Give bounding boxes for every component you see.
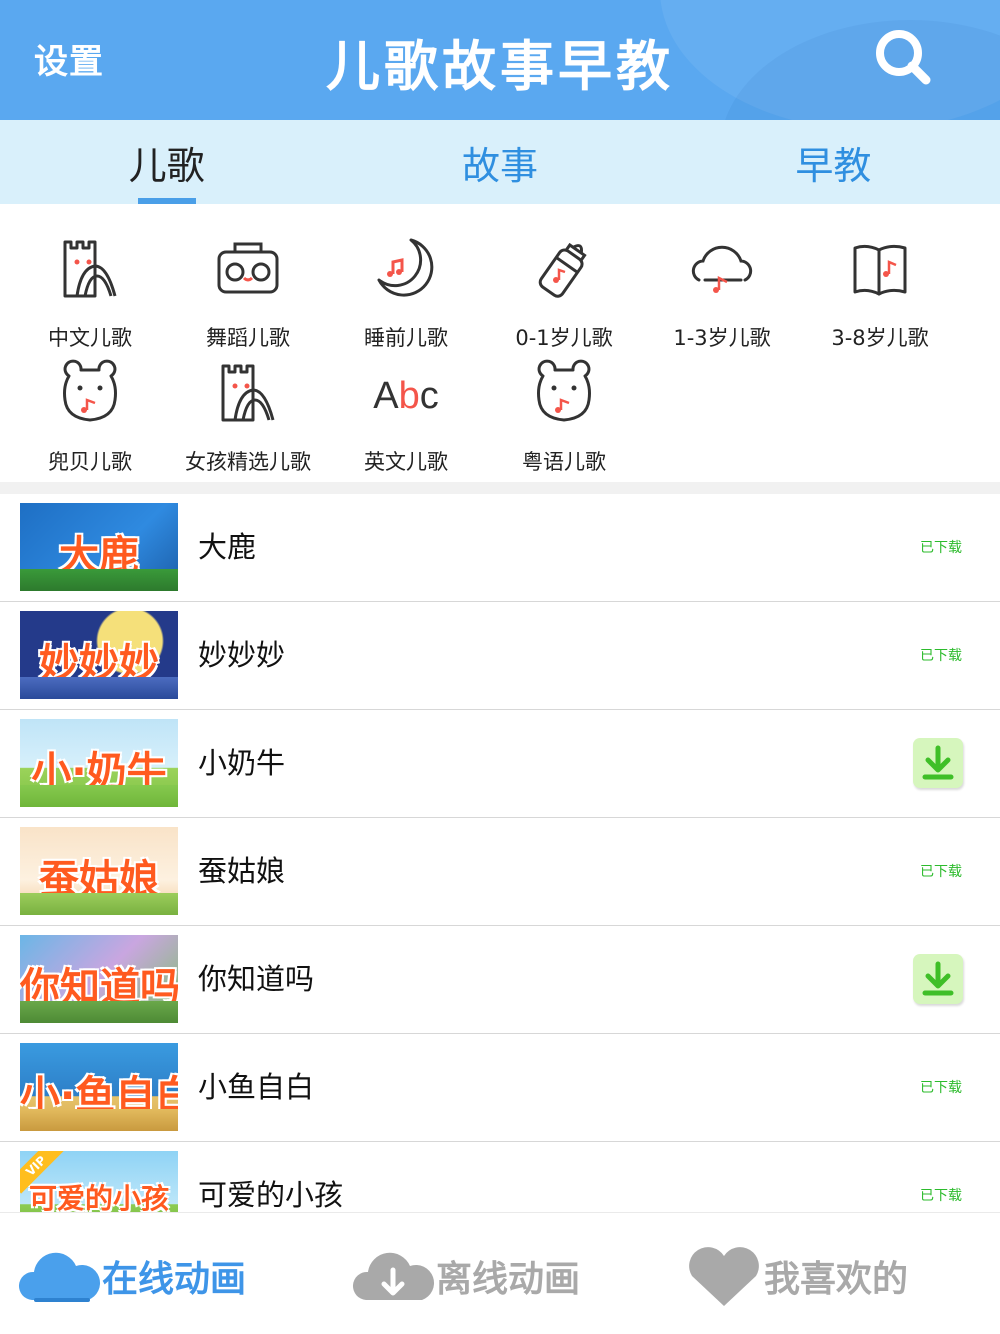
category-girls-picks[interactable]: 女孩精选儿歌 bbox=[168, 358, 328, 478]
category-chinese-songs[interactable]: 中文儿歌 bbox=[10, 234, 170, 354]
tab-bar: 儿歌 故事 早教 bbox=[0, 120, 1000, 204]
song-title: 妙妙妙 bbox=[198, 638, 286, 672]
castle-icon bbox=[63, 240, 117, 298]
category-doubei-songs[interactable]: 兜贝儿歌 bbox=[10, 358, 170, 478]
app-title: 儿歌故事早教 bbox=[326, 35, 674, 98]
download-icon bbox=[922, 745, 954, 780]
song-thumbnail: 妙妙妙 bbox=[20, 611, 178, 699]
app-root: 设置 儿歌故事早教 儿歌 故事 早教 中文儿歌 舞蹈儿歌 睡前儿歌 0-1岁儿歌… bbox=[0, 0, 1000, 1334]
search-icon[interactable] bbox=[872, 26, 932, 86]
category-label: 舞蹈儿歌 bbox=[206, 326, 290, 350]
song-title: 可爱的小孩 bbox=[198, 1178, 344, 1212]
song-row-xiaonainiu[interactable]: 小·奶牛 小奶牛 bbox=[0, 710, 1000, 818]
song-thumbnail: 小·鱼自白 bbox=[20, 1043, 178, 1131]
category-grid: 中文儿歌 舞蹈儿歌 睡前儿歌 0-1岁儿歌 1-3岁儿歌 3-8岁儿歌 兜贝儿歌… bbox=[0, 204, 1000, 482]
tab-children-songs[interactable]: 儿歌 bbox=[0, 120, 333, 204]
category-label: 3-8岁儿歌 bbox=[831, 326, 929, 350]
category-age-3-8[interactable]: 3-8岁儿歌 bbox=[800, 234, 960, 354]
song-row-miaomiaomiao[interactable]: 妙妙妙 妙妙妙 已下载 bbox=[0, 602, 1000, 710]
download-icon bbox=[922, 961, 954, 996]
nav-online-animation[interactable]: 在线动画 bbox=[16, 1241, 246, 1311]
category-bedtime-songs[interactable]: 睡前儿歌 bbox=[326, 234, 486, 354]
heart-icon bbox=[689, 1247, 759, 1306]
category-label: 英文儿歌 bbox=[364, 450, 448, 474]
bear-icon bbox=[537, 359, 591, 422]
castle-icon bbox=[221, 364, 275, 422]
category-cantonese-songs[interactable]: 粤语儿歌 bbox=[484, 358, 644, 478]
section-divider bbox=[0, 482, 1000, 494]
download-button[interactable] bbox=[913, 954, 963, 1004]
song-title: 你知道吗 bbox=[198, 962, 315, 996]
thumbnail-title: 可爱的小孩 bbox=[28, 1182, 169, 1212]
song-thumbnail: 大鹿 bbox=[20, 503, 178, 591]
category-age-0-1[interactable]: 0-1岁儿歌 bbox=[484, 234, 644, 354]
song-row-keaidexiaohai[interactable]: 可爱的小孩 VIP 可爱的小孩 已下载 bbox=[0, 1142, 1000, 1212]
song-list[interactable]: 大鹿 大鹿 已下载 妙妙妙 妙妙妙 已下载 小·奶牛 小奶牛 蚕姑娘 蚕姑娘 已… bbox=[0, 494, 1000, 1212]
downloaded-status: 已下载 bbox=[920, 1080, 962, 1096]
header-bar: 设置 儿歌故事早教 bbox=[0, 0, 1000, 120]
song-row-xiaoyuzibai[interactable]: 小·鱼自白 小鱼自白 已下载 bbox=[0, 1034, 1000, 1142]
svg-text:Abc: Abc bbox=[373, 375, 439, 417]
tab-stories[interactable]: 故事 bbox=[333, 120, 666, 204]
category-label: 睡前儿歌 bbox=[364, 326, 448, 350]
song-thumbnail: 你知道吗 bbox=[20, 935, 178, 1023]
song-thumbnail: 小·奶牛 bbox=[20, 719, 178, 807]
abc-icon: Abc bbox=[373, 375, 439, 417]
nav-offline-animation[interactable]: 离线动画 bbox=[350, 1241, 580, 1311]
category-label: 粤语儿歌 bbox=[522, 450, 606, 474]
downloaded-status: 已下载 bbox=[920, 648, 962, 664]
category-label: 中文儿歌 bbox=[48, 326, 132, 350]
song-thumbnail: 可爱的小孩 VIP bbox=[20, 1151, 178, 1212]
downloaded-status: 已下载 bbox=[920, 1188, 962, 1204]
nav-label: 我喜欢的 bbox=[764, 1259, 909, 1300]
baby-bottle-icon bbox=[538, 242, 587, 298]
song-title: 小鱼自白 bbox=[198, 1070, 315, 1104]
downloaded-status: 已下载 bbox=[920, 540, 962, 556]
bottom-nav: 在线动画 离线动画 我喜欢的 bbox=[0, 1212, 1000, 1334]
tab-early-education[interactable]: 早教 bbox=[667, 120, 1000, 204]
moon-icon bbox=[377, 238, 434, 297]
category-age-1-3[interactable]: 1-3岁儿歌 bbox=[642, 234, 802, 354]
nav-label: 离线动画 bbox=[436, 1259, 581, 1300]
category-english-songs[interactable]: Abc 英文儿歌 bbox=[326, 358, 486, 478]
nav-favorites[interactable]: 我喜欢的 bbox=[684, 1241, 908, 1311]
bear-icon bbox=[63, 359, 117, 422]
song-title: 大鹿 bbox=[198, 530, 257, 564]
radio-icon bbox=[217, 242, 279, 294]
cloud-download-icon bbox=[352, 1252, 435, 1300]
song-row-canguniang[interactable]: 蚕姑娘 蚕姑娘 已下载 bbox=[0, 818, 1000, 926]
song-row-nizhidaoma[interactable]: 你知道吗 你知道吗 bbox=[0, 926, 1000, 1034]
song-title: 小奶牛 bbox=[198, 746, 286, 780]
category-label: 1-3岁儿歌 bbox=[673, 326, 771, 350]
song-title: 蚕姑娘 bbox=[198, 854, 286, 888]
cloud-icon bbox=[18, 1252, 101, 1302]
category-label: 兜贝儿歌 bbox=[48, 450, 132, 474]
category-label: 0-1岁儿歌 bbox=[515, 326, 613, 350]
cloud-note-icon bbox=[691, 245, 753, 293]
category-label: 女孩精选儿歌 bbox=[185, 450, 311, 474]
song-row-dalu[interactable]: 大鹿 大鹿 已下载 bbox=[0, 494, 1000, 602]
category-dance-songs[interactable]: 舞蹈儿歌 bbox=[168, 234, 328, 354]
downloaded-status: 已下载 bbox=[920, 864, 962, 880]
nav-label: 在线动画 bbox=[102, 1259, 247, 1300]
song-thumbnail: 蚕姑娘 bbox=[20, 827, 178, 915]
download-button[interactable] bbox=[913, 738, 963, 788]
book-icon bbox=[853, 244, 907, 296]
